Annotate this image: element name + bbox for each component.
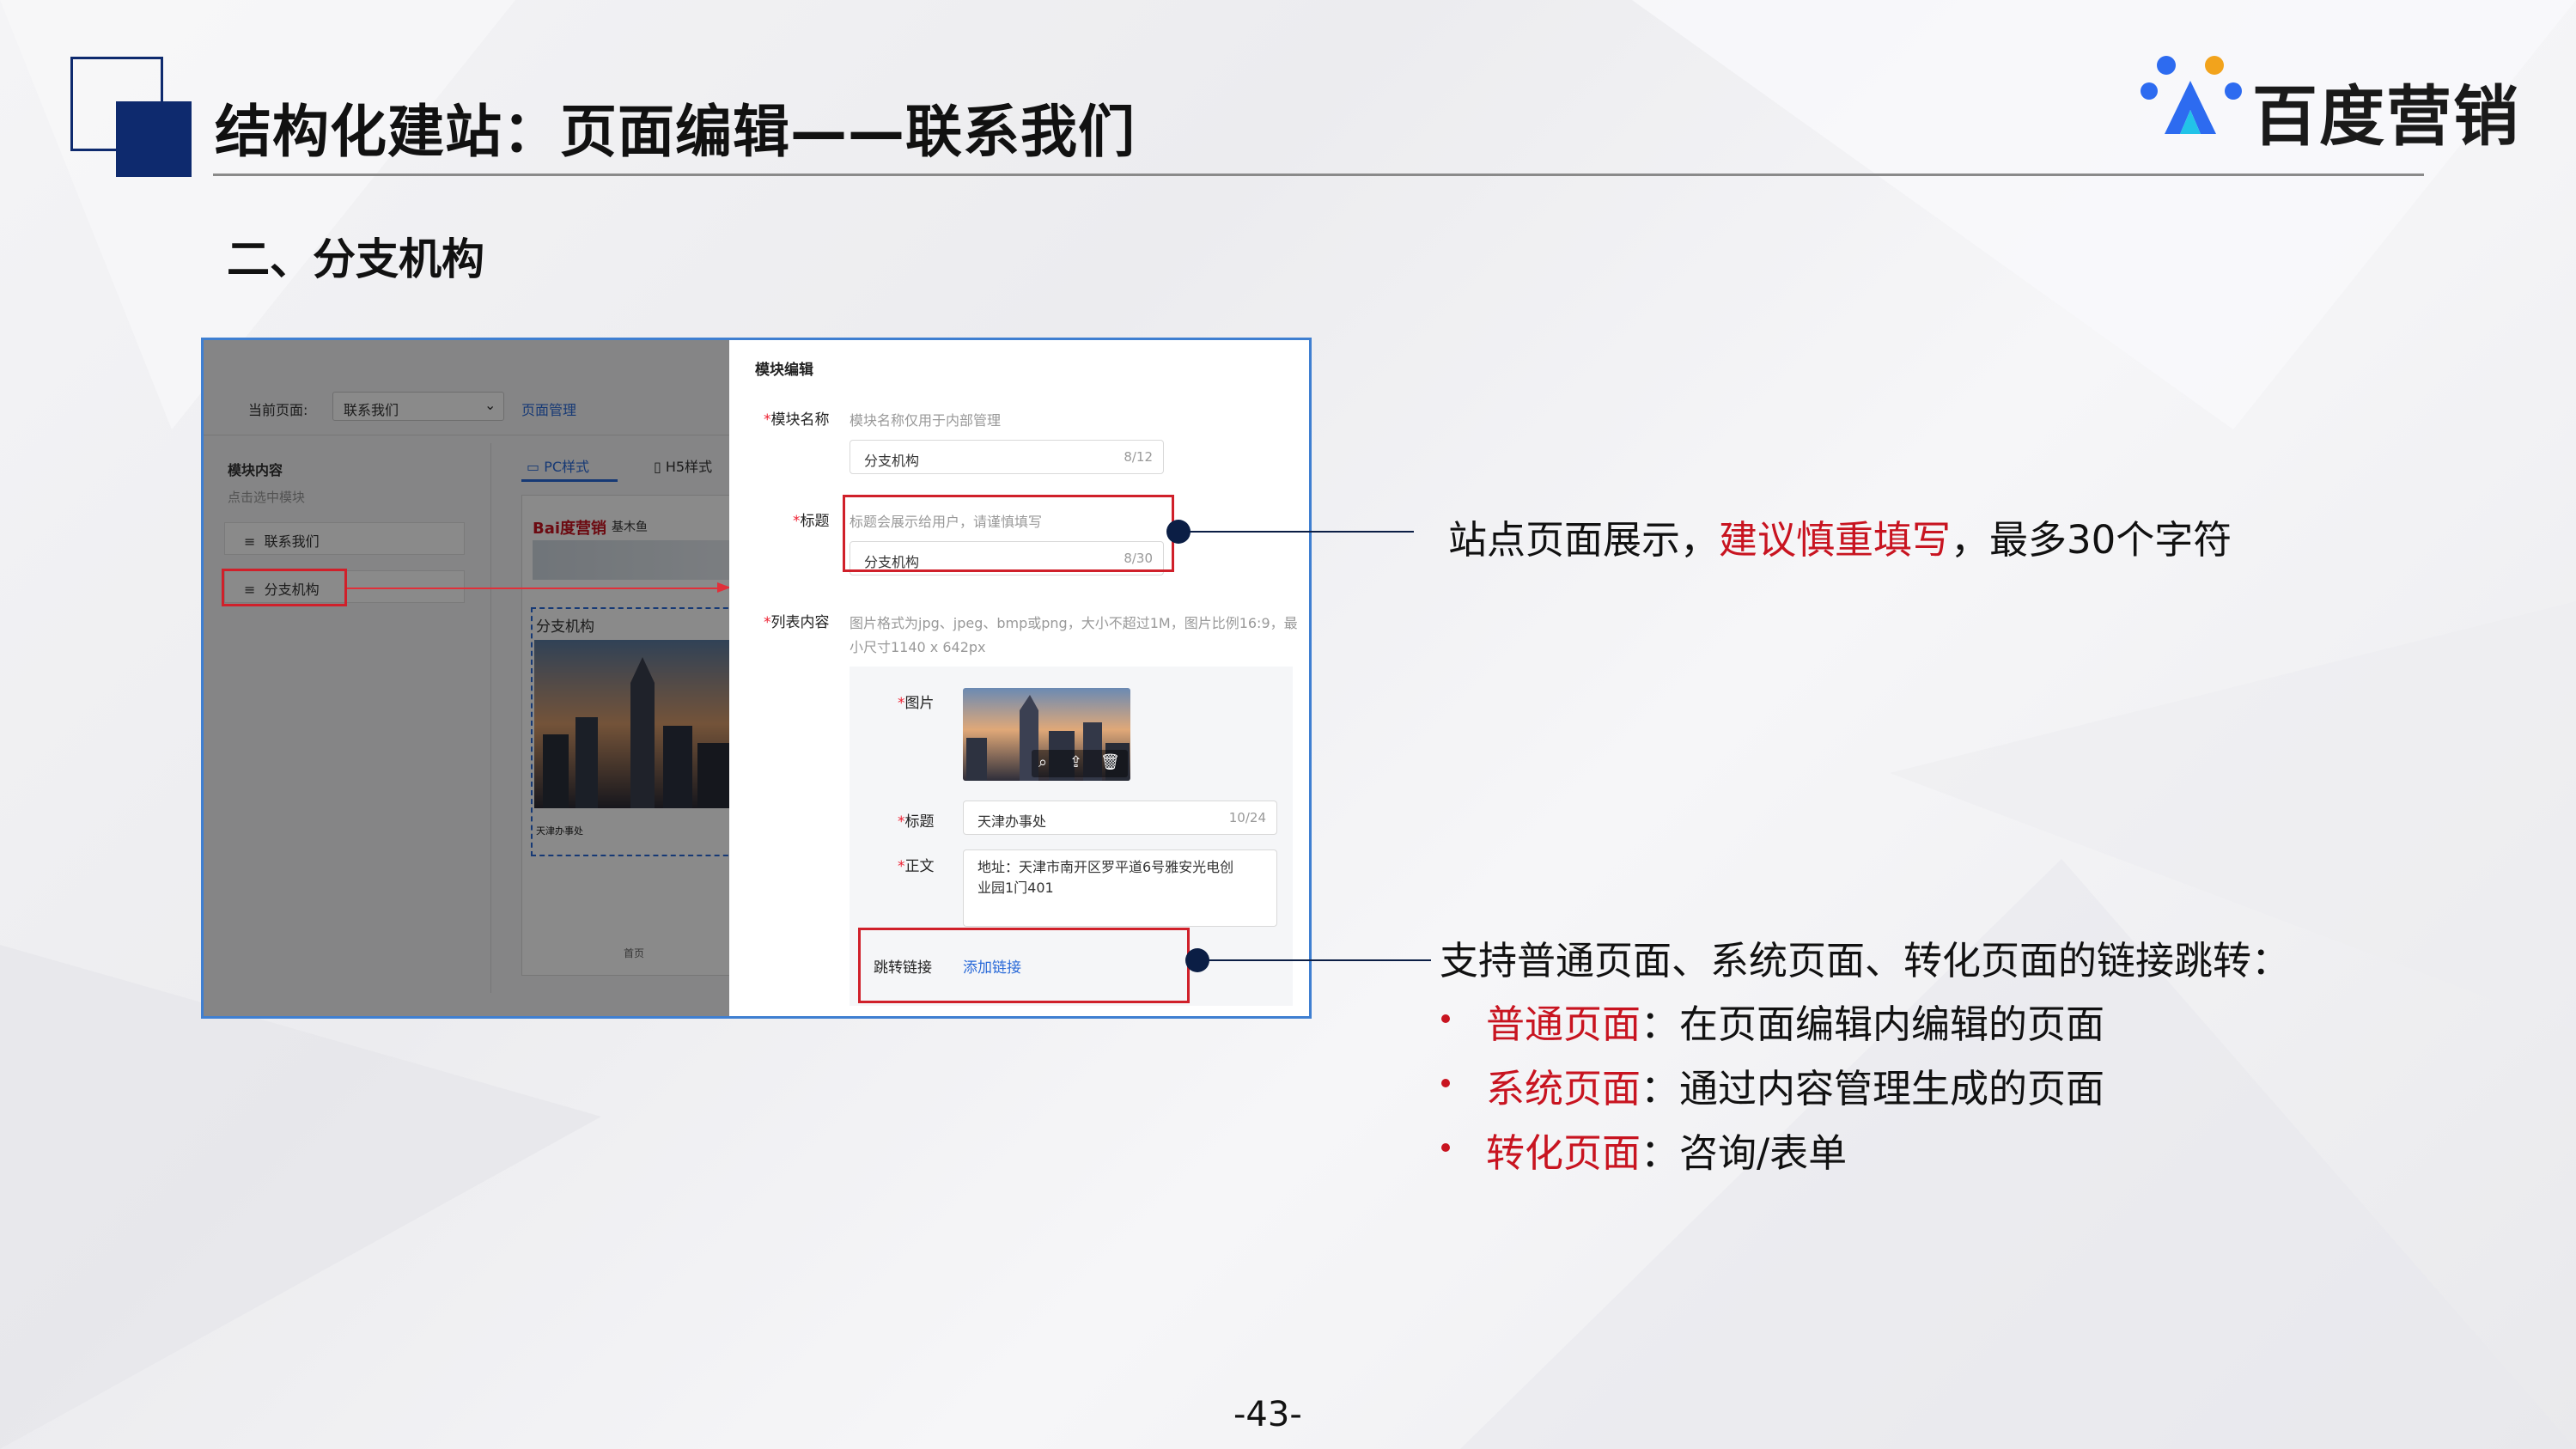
trash-icon[interactable]: 🗑 <box>1100 753 1120 771</box>
body-label: *正文 <box>898 858 935 875</box>
module-name-input[interactable]: 分支机构 8/12 <box>850 440 1164 474</box>
upload-icon[interactable]: ⇪ <box>1069 753 1082 771</box>
module-name-hint: 模块名称仅用于内部管理 <box>850 412 1002 429</box>
module-editor-heading: 模块编辑 <box>755 362 813 379</box>
page-number: -43- <box>1233 1395 1302 1434</box>
editor-screenshot: 当前页面: 联系我们 ⌄ 页面管理 模块内容 点击选中模块 ≡ 联系我们 ≡ 分… <box>201 338 1312 1019</box>
item-title-input[interactable]: 天津办事处 10/24 <box>963 801 1277 835</box>
item-title-label: *标题 <box>898 813 935 831</box>
body-textarea[interactable]: 地址：天津市南开区罗平道6号雅安光电创 业园1门401 <box>963 849 1277 927</box>
modal-dim-overlay <box>204 340 729 1016</box>
callout-line-link <box>1197 959 1431 961</box>
char-count: 8/12 <box>1124 449 1153 465</box>
logo-mark-icon <box>2141 56 2242 134</box>
title-divider <box>213 174 2424 176</box>
link-note: 支持普通页面、系统页面、转化页面的链接跳转： <box>1440 938 2291 983</box>
highlight-jump-link <box>858 928 1190 1003</box>
baidu-marketing-logo: 百度营销 <box>2141 48 2536 155</box>
bullet-system-page: 系统页面：通过内容管理生成的页面 <box>1486 1066 2105 1111</box>
bullet-dot <box>1441 1079 1450 1087</box>
list-item-image[interactable]: ⌕ ⇪ 🗑 <box>963 688 1130 781</box>
char-count: 10/24 <box>1228 810 1266 825</box>
image-label: *图片 <box>898 695 935 712</box>
zoom-icon[interactable]: ⌕ <box>1038 753 1047 771</box>
bullet-normal-page: 普通页面：在页面编辑内编辑的页面 <box>1486 1002 2105 1047</box>
list-content-label: *列表内容 <box>764 614 830 631</box>
slide-title: 结构化建站：页面编辑——联系我们 <box>215 99 1136 165</box>
highlight-title-field <box>843 495 1174 572</box>
bullet-dot <box>1441 1014 1450 1023</box>
list-hint-line-2: 小尺寸1140 x 642px <box>850 639 986 655</box>
list-hint-line-1: 图片格式为jpg、jpeg、bmp或png，大小不超过1M，图片比例16:9，最 <box>850 615 1298 631</box>
image-toolbar: ⌕ ⇪ 🗑 <box>1032 750 1128 777</box>
module-editor-panel: 模块编辑 *模块名称 模块名称仅用于内部管理 分支机构 8/12 *标题 标题会… <box>729 340 1309 1016</box>
title-label: *标题 <box>793 513 830 530</box>
module-name-label: *模块名称 <box>764 411 830 429</box>
highlight-nav-item <box>222 569 347 606</box>
title-decoration-square <box>116 101 192 177</box>
logo-text: 百度营销 <box>2252 78 2520 155</box>
bullet-conversion-page: 转化页面：咨询/表单 <box>1486 1130 1848 1176</box>
section-title: 二、分支机构 <box>227 234 484 284</box>
callout-line-title <box>1178 531 1414 533</box>
title-field-note: 站点页面展示，建议慎重填写，最多30个字符 <box>1448 517 2232 563</box>
bullet-dot <box>1441 1143 1450 1152</box>
red-arrow-line <box>347 588 725 589</box>
